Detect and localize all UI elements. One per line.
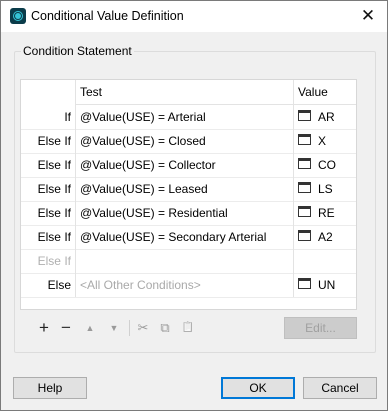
value-text: RE bbox=[318, 206, 335, 220]
table-row[interactable]: Else If @Value(USE) = Secondary Arterial A… bbox=[21, 225, 356, 250]
value-window-icon bbox=[298, 278, 311, 289]
value-window-icon bbox=[298, 230, 311, 241]
row-label: Else If bbox=[37, 182, 71, 196]
value-window-icon bbox=[298, 134, 311, 145]
cancel-button[interactable]: Cancel bbox=[303, 377, 377, 399]
value-cell[interactable]: RE bbox=[293, 201, 352, 225]
app-logo-icon bbox=[10, 8, 26, 24]
value-cell[interactable]: AR bbox=[293, 105, 352, 129]
value-window-icon bbox=[298, 110, 311, 121]
row-label: Else If bbox=[37, 230, 71, 244]
row-label: Else If bbox=[37, 134, 71, 148]
remove-icon[interactable]: − bbox=[58, 319, 74, 337]
row-label: Else If bbox=[37, 158, 71, 172]
toolbar-divider bbox=[129, 320, 130, 336]
value-text: X bbox=[318, 134, 327, 148]
paste-icon[interactable]: 📋 bbox=[180, 319, 196, 337]
condition-cell[interactable]: <All Other Conditions> bbox=[75, 273, 294, 297]
value-window-icon bbox=[298, 182, 311, 193]
copy-icon[interactable]: ⧉ bbox=[157, 319, 173, 337]
conditions-grid: Test Value If @Value(USE) = Arterial AR Els… bbox=[20, 79, 357, 310]
table-row[interactable]: Else If @Value(USE) = Leased LS bbox=[21, 177, 356, 202]
value-text: UN bbox=[318, 278, 336, 292]
value-text: CO bbox=[318, 158, 336, 172]
move-down-icon[interactable]: ▼ bbox=[106, 319, 122, 337]
column-header-value: Value bbox=[293, 80, 356, 105]
value-text: AR bbox=[318, 110, 335, 124]
value-window-icon bbox=[298, 158, 311, 169]
value-cell[interactable]: LS bbox=[293, 177, 352, 201]
group-label: Condition Statement bbox=[21, 44, 134, 58]
table-row[interactable]: Else <All Other Conditions> UN bbox=[21, 273, 356, 298]
condition-cell[interactable]: @Value(USE) = Residential bbox=[75, 201, 294, 225]
condition-cell[interactable]: @Value(USE) = Closed bbox=[75, 129, 294, 153]
close-icon[interactable]: ✕ bbox=[356, 4, 380, 28]
row-label: Else bbox=[47, 278, 71, 292]
table-row[interactable]: Else If @Value(USE) = Collector CO bbox=[21, 153, 356, 178]
value-cell[interactable]: A2 bbox=[293, 225, 352, 249]
value-text: LS bbox=[318, 182, 333, 196]
table-row[interactable]: Else If bbox=[21, 249, 356, 274]
table-row[interactable]: Else If @Value(USE) = Closed X bbox=[21, 129, 356, 154]
cut-icon[interactable]: ✂ bbox=[135, 319, 151, 337]
value-cell[interactable]: UN bbox=[293, 273, 352, 297]
condition-cell[interactable] bbox=[75, 249, 294, 273]
help-button[interactable]: Help bbox=[13, 377, 87, 399]
value-text: A2 bbox=[318, 230, 333, 244]
ok-button[interactable]: OK bbox=[221, 377, 295, 399]
condition-cell[interactable]: @Value(USE) = Arterial bbox=[75, 105, 294, 129]
table-row[interactable]: Else If @Value(USE) = Residential RE bbox=[21, 201, 356, 226]
edit-button[interactable]: Edit... bbox=[284, 317, 357, 339]
condition-cell[interactable]: @Value(USE) = Secondary Arterial bbox=[75, 225, 294, 249]
row-label: Else If bbox=[37, 254, 71, 268]
value-cell[interactable]: CO bbox=[293, 153, 352, 177]
table-row[interactable]: If @Value(USE) = Arterial AR bbox=[21, 105, 356, 130]
value-window-icon bbox=[298, 206, 311, 217]
dialog-window: Conditional Value Definition ✕ Condition… bbox=[0, 0, 388, 411]
value-cell[interactable] bbox=[293, 249, 352, 273]
row-label: Else If bbox=[37, 206, 71, 220]
value-cell[interactable]: X bbox=[293, 129, 352, 153]
window-title: Conditional Value Definition bbox=[31, 9, 184, 23]
column-header-test: Test bbox=[75, 80, 294, 105]
row-label: If bbox=[64, 110, 71, 124]
title-bar: Conditional Value Definition ✕ bbox=[1, 1, 387, 32]
condition-cell[interactable]: @Value(USE) = Leased bbox=[75, 177, 294, 201]
condition-cell[interactable]: @Value(USE) = Collector bbox=[75, 153, 294, 177]
add-icon[interactable]: + bbox=[36, 319, 52, 337]
move-up-icon[interactable]: ▲ bbox=[82, 319, 98, 337]
